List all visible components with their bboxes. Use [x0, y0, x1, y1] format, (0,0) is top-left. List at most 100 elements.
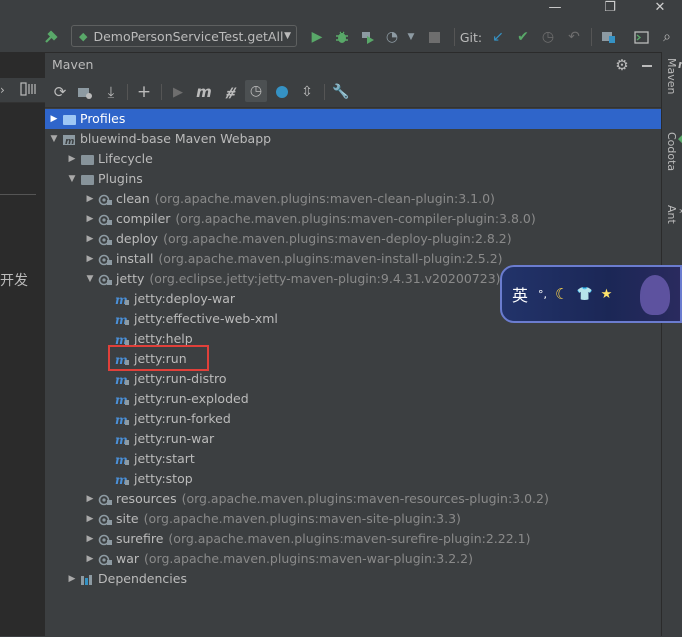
git-update-icon[interactable]: ↙: [488, 26, 508, 48]
editor-toolbar: ›: [0, 78, 45, 103]
editor-area: [0, 52, 45, 636]
editor-tool-icon[interactable]: ›: [0, 83, 12, 97]
collapsed-arrow-icon[interactable]: ▶: [83, 229, 97, 249]
codota-tool-window-tab[interactable]: ◆ Codota: [665, 132, 682, 171]
tree-item[interactable]: ▶ clean (org.apache.maven.plugins:maven-cl…: [45, 189, 661, 209]
tree-item[interactable]: ▶ resources (org.apache.maven.plugins:mave…: [45, 489, 661, 509]
ant-tab-label: Ant: [665, 205, 678, 224]
stop-icon[interactable]: [424, 26, 444, 48]
tree-item[interactable]: ▶ site (org.apache.maven.plugins:maven-sit…: [45, 509, 661, 529]
tree-item-label: jetty: [116, 271, 145, 286]
ime-punctuation-icon[interactable]: °,: [538, 288, 547, 301]
toggle-offline-icon[interactable]: ⧣: [220, 81, 240, 103]
tree-item-detail: (org.apache.maven.plugins:maven-war-plug…: [144, 551, 473, 566]
reload-icon[interactable]: ⟳: [51, 81, 69, 103]
tree-item[interactable]: ▶ compiler (org.apache.maven.plugins:maven…: [45, 209, 661, 229]
history-icon[interactable]: ◷: [538, 26, 558, 48]
ime-toolbar[interactable]: 英 °, ☾ 👕 ★: [500, 265, 682, 323]
plugin-icon: [97, 552, 113, 566]
gear-icon[interactable]: ⚙: [613, 54, 631, 76]
collapsed-arrow-icon[interactable]: ▶: [83, 549, 97, 569]
tree-item[interactable]: m jetty:start: [45, 449, 661, 469]
tree-item[interactable]: ▼ Plugins: [45, 169, 661, 189]
collapsed-arrow-icon[interactable]: ▶: [65, 149, 79, 169]
expanded-arrow-icon[interactable]: ▼: [65, 169, 79, 189]
tree-item[interactable]: m jetty:run-war: [45, 429, 661, 449]
close-button[interactable]: ✕: [645, 0, 675, 20]
plugin-icon: [97, 532, 113, 546]
collapsed-arrow-icon[interactable]: ▶: [83, 489, 97, 509]
build-hammer-icon[interactable]: [40, 26, 62, 48]
tree-item[interactable]: m jetty:run-exploded: [45, 389, 661, 409]
layout-icon[interactable]: [20, 82, 38, 98]
tree-item[interactable]: ▶ deploy (org.apache.maven.plugins:maven-d…: [45, 229, 661, 249]
collapse-all-icon[interactable]: ⇳: [298, 81, 316, 103]
tree-item[interactable]: ▶ Profiles: [45, 109, 661, 129]
tree-item[interactable]: ▼ m bluewind-base Maven Webapp: [45, 129, 661, 149]
rollback-icon[interactable]: ↶: [564, 26, 584, 48]
git-commit-icon[interactable]: ✔: [513, 26, 533, 48]
ant-tool-window-tab[interactable]: ✶ Ant: [665, 205, 682, 224]
collapsed-arrow-icon[interactable]: ▶: [65, 569, 79, 589]
maven-tool-window-tab[interactable]: m Maven: [665, 58, 682, 94]
goal-icon: m: [115, 412, 131, 426]
tree-item-label: install: [116, 251, 154, 266]
collapsed-arrow-icon[interactable]: ▶: [47, 109, 61, 129]
tree-item-detail: (org.apache.maven.plugins:maven-install-…: [158, 251, 503, 266]
goal-icon: m: [115, 312, 131, 326]
expanded-arrow-icon[interactable]: ▼: [83, 269, 97, 289]
tree-item-label: surefire: [116, 531, 164, 546]
tree-item-detail: (org.apache.maven.plugins:maven-clean-pl…: [154, 191, 495, 206]
editor-divider: [0, 194, 36, 195]
wrench-icon[interactable]: 🔧: [332, 81, 350, 103]
run-icon[interactable]: ▶: [169, 81, 187, 103]
search-icon[interactable]: ⌕: [657, 26, 677, 48]
skin-icon[interactable]: 👕: [576, 287, 592, 302]
goal-icon: m: [115, 332, 131, 346]
generate-sources-icon[interactable]: [76, 81, 94, 103]
skip-tests-icon[interactable]: ◷: [245, 80, 267, 102]
expanded-arrow-icon[interactable]: ▼: [47, 129, 61, 149]
download-icon[interactable]: ⤓: [102, 81, 120, 103]
tree-item[interactable]: ▶ war (org.apache.maven.plugins:maven-war-…: [45, 549, 661, 569]
collapsed-arrow-icon[interactable]: ▶: [83, 189, 97, 209]
ime-mode-label[interactable]: 英: [512, 282, 528, 306]
tree-item[interactable]: ▶ Lifecycle: [45, 149, 661, 169]
tree-item-detail: (org.apache.maven.plugins:maven-surefire…: [168, 531, 531, 546]
tree-item[interactable]: ▶ surefire (org.apache.maven.plugins:maven…: [45, 529, 661, 549]
hide-panel-icon[interactable]: [642, 65, 652, 67]
svg-text:m: m: [65, 137, 74, 146]
run-configuration-select[interactable]: ◆ DemoPersonServiceTest.getAll ▼: [71, 25, 297, 47]
tree-item-label: bluewind-base Maven Webapp: [80, 131, 272, 146]
collapsed-arrow-icon[interactable]: ▶: [83, 209, 97, 229]
run-icon[interactable]: ▶: [307, 26, 327, 48]
tree-item[interactable]: m jetty:run-forked: [45, 409, 661, 429]
title-bar: — ❐ ✕: [0, 0, 682, 22]
terminal-icon[interactable]: [631, 26, 651, 48]
tree-item[interactable]: ▶ Dependencies: [45, 569, 661, 589]
tree-item-label: war: [116, 551, 140, 566]
maven-panel-title: Maven: [52, 57, 94, 72]
star-icon[interactable]: ★: [601, 287, 613, 302]
tree-item[interactable]: m jetty:run-distro: [45, 369, 661, 389]
plugin-icon: [97, 212, 113, 226]
project-structure-icon[interactable]: [598, 26, 618, 48]
editor-partial-text: 开发: [0, 273, 28, 289]
collapsed-arrow-icon[interactable]: ▶: [83, 249, 97, 269]
moon-icon[interactable]: ☾: [555, 285, 568, 303]
right-tool-stripe: m Maven ◆ Codota ✶ Ant: [661, 52, 682, 636]
tree-item[interactable]: m jetty:stop: [45, 469, 661, 489]
collapsed-arrow-icon[interactable]: ▶: [83, 529, 97, 549]
execute-goal-icon[interactable]: m: [194, 81, 214, 103]
chevron-down-icon[interactable]: ▼: [404, 26, 418, 48]
tree-item-label: jetty:run-distro: [134, 371, 227, 386]
restore-button[interactable]: ❐: [595, 0, 625, 20]
coverage-icon[interactable]: [357, 26, 377, 48]
toolbar-divider: [127, 84, 128, 100]
show-dependencies-icon[interactable]: [273, 81, 291, 103]
profiler-icon[interactable]: ◔: [382, 26, 402, 48]
collapsed-arrow-icon[interactable]: ▶: [83, 509, 97, 529]
add-icon[interactable]: +: [135, 81, 153, 103]
minimize-button[interactable]: —: [540, 0, 570, 20]
debug-icon[interactable]: [332, 26, 352, 48]
